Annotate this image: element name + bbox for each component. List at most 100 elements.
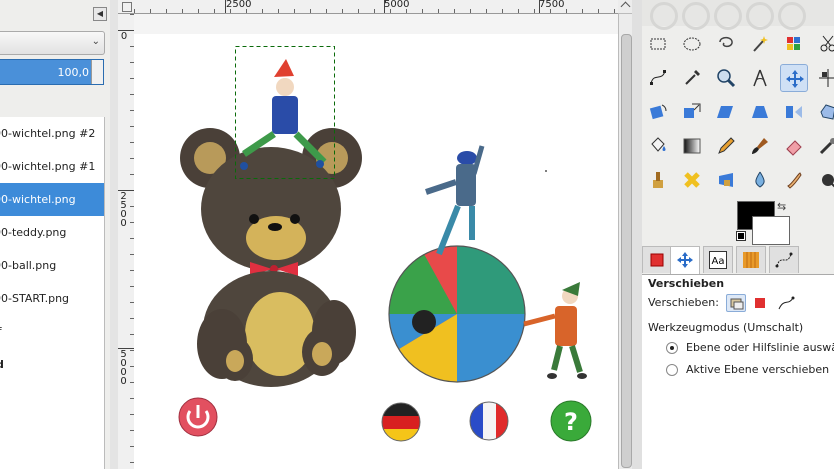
chevron-down-icon: ⌄ (91, 36, 100, 47)
tab-fonts[interactable]: Aa (703, 246, 733, 273)
tool-eraser[interactable] (780, 132, 808, 160)
ruler-tick (582, 9, 583, 13)
layer-mode-dropdown[interactable]: ⌄ (0, 31, 105, 55)
tab-tool-options-red[interactable] (642, 246, 672, 273)
tool-perspective[interactable] (746, 98, 774, 126)
radio-button[interactable] (666, 342, 678, 354)
ruler-tick (534, 9, 535, 13)
tool-color-select[interactable] (780, 30, 808, 58)
ruler-label-text: 5000 (120, 349, 127, 387)
opacity-slider[interactable]: 100,0 (0, 59, 104, 85)
swap-colors-icon[interactable]: ⇆ (777, 200, 786, 213)
move-mode-label: Verschieben: (648, 296, 719, 309)
tool-mode-label: Werkzeugmodus (Umschalt) (648, 321, 804, 334)
scrollbar-thumb[interactable] (621, 34, 632, 468)
layer-name: 00-wichtel.png (0, 193, 76, 206)
tool-move[interactable] (780, 64, 808, 92)
tool-measure[interactable] (746, 64, 774, 92)
tool-align[interactable] (814, 64, 834, 92)
tool-paths[interactable] (644, 64, 672, 92)
layer-row[interactable]: 00-wichtel.png #1 (0, 150, 104, 183)
ruler-tick (278, 9, 279, 13)
gnome-pushing-image (523, 282, 587, 379)
move-selection-option[interactable] (750, 294, 770, 312)
ruler-tick (518, 9, 519, 13)
tool-heal[interactable] (678, 166, 706, 194)
tool-flip[interactable] (780, 98, 808, 126)
image-canvas-area[interactable]: ? (134, 14, 618, 469)
tool-fuzzy-select[interactable] (746, 30, 774, 58)
scale-icon (684, 103, 701, 118)
tool-shear[interactable] (712, 98, 740, 126)
image-canvas[interactable]: ? (134, 14, 618, 469)
layer-row[interactable]: d (0, 348, 104, 381)
chevron-up-icon (620, 1, 631, 12)
ruler-tick (406, 9, 407, 13)
vertical-ruler[interactable]: 0 2500 5000 (118, 14, 135, 469)
ruler-tick (214, 9, 215, 13)
paths-icon (650, 70, 666, 85)
tool-perspective-clone[interactable] (712, 166, 740, 194)
vertical-scrollbar[interactable] (618, 14, 633, 469)
tool-ellipse-select[interactable] (678, 30, 706, 58)
tool-airbrush[interactable] (814, 132, 834, 160)
tab-patterns[interactable] (736, 246, 766, 273)
layer-row[interactable]: 00-wichtel.png (0, 183, 104, 216)
text-icon: Aa (709, 251, 727, 269)
tool-bucket-fill[interactable] (644, 132, 672, 160)
default-colors-icon[interactable] (736, 231, 746, 241)
align-icon (819, 69, 834, 87)
tool-zoom[interactable] (712, 64, 740, 92)
layer-row[interactable]: 00-teddy.png (0, 216, 104, 249)
tool-rect-select[interactable] (644, 30, 672, 58)
move-layer-option[interactable] (726, 294, 746, 312)
tool-dodge-burn[interactable] (814, 166, 834, 194)
layer-row[interactable]: 00-wichtel.png #2 (0, 117, 104, 150)
tool-paintbrush[interactable] (746, 132, 774, 160)
tool-lasso[interactable] (712, 30, 740, 58)
layer-icon (730, 298, 744, 310)
ruler-tick (134, 9, 135, 13)
ruler-tick (550, 9, 551, 13)
perspective-clone-icon (719, 173, 733, 187)
ruler-tick (566, 9, 567, 13)
opacity-spinner[interactable] (91, 60, 103, 84)
ruler-corner[interactable] (118, 0, 134, 14)
tab-paths[interactable] (769, 246, 799, 273)
layer-row[interactable]: 00-START.png (0, 282, 104, 315)
move-path-option[interactable] (776, 294, 796, 312)
tool-smudge[interactable] (780, 166, 808, 194)
tool-clone[interactable] (644, 166, 672, 194)
tool-cage[interactable] (814, 98, 834, 126)
ruler-label-text: 2500 (120, 191, 127, 229)
tool-scissors[interactable] (814, 30, 834, 58)
horizontal-ruler[interactable]: 2500 5000 7500 (134, 0, 618, 14)
tool-color-picker[interactable] (678, 64, 706, 92)
layer-name: 00-wichtel.png #1 (0, 160, 96, 173)
tool-pencil[interactable] (712, 132, 740, 160)
tool-options-panel: Verschieben Verschieben: Werkzeugmodus (… (642, 275, 834, 469)
airbrush-icon (819, 138, 834, 155)
ruler-tick (438, 9, 439, 13)
radio-button[interactable] (666, 364, 678, 376)
layer-row[interactable]: ff (0, 315, 104, 348)
tab-tool-options[interactable] (670, 246, 700, 274)
tool-scale[interactable] (678, 98, 706, 126)
panel-collapse-button[interactable]: ◀ (93, 7, 107, 21)
ball-image (388, 245, 526, 383)
bucket-fill-icon (651, 137, 666, 152)
eraser-icon (786, 140, 802, 156)
background-color-swatch[interactable] (752, 216, 790, 245)
measure-icon (753, 69, 767, 87)
tool-blur[interactable] (746, 166, 774, 194)
scroll-up-button[interactable] (618, 0, 632, 14)
layer-row[interactable]: 00-ball.png (0, 249, 104, 282)
tool-blend[interactable] (678, 132, 706, 160)
zoom-icon (717, 69, 736, 88)
gnome-on-ball-image (425, 145, 485, 256)
ruler-tick (486, 9, 487, 13)
ruler-tick (502, 9, 503, 13)
tool-rotate[interactable] (644, 98, 672, 126)
move-icon (786, 70, 804, 88)
lasso-icon (719, 36, 733, 48)
